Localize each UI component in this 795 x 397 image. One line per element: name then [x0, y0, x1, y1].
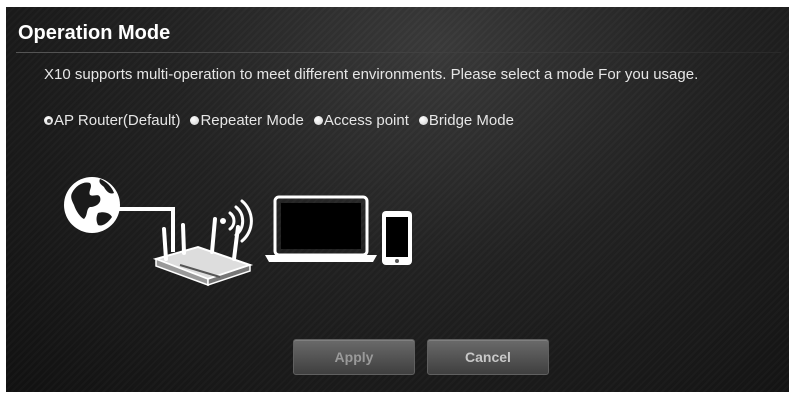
- mode-option-repeater[interactable]: Repeater Mode: [190, 112, 304, 129]
- page-description: X10 supports multi-operation to meet dif…: [44, 66, 699, 83]
- page-title: Operation Mode: [18, 22, 171, 44]
- laptop-icon: [265, 195, 377, 262]
- radio-button-repeater[interactable]: [190, 116, 200, 125]
- smartphone-icon: [382, 211, 412, 265]
- operation-mode-panel: Operation Mode X10 supports multi-operat…: [6, 7, 789, 392]
- radio-button-bridge[interactable]: [418, 116, 428, 125]
- mode-label-access-point: Access point: [323, 112, 409, 129]
- mode-option-ap-router[interactable]: AP Router(Default): [44, 112, 180, 129]
- mode-option-bridge[interactable]: Bridge Mode: [418, 112, 514, 129]
- mode-radio-group: AP Router(Default) Repeater Mode Access …: [44, 112, 524, 129]
- mode-option-access-point[interactable]: Access point: [313, 112, 409, 129]
- router-icon: [152, 217, 254, 287]
- cancel-button[interactable]: Cancel: [427, 339, 549, 375]
- radio-button-ap-router[interactable]: [44, 116, 53, 125]
- mode-label-bridge: Bridge Mode: [428, 112, 514, 129]
- wifi-signal-icon: [220, 199, 253, 243]
- mode-label-ap-router: AP Router(Default): [54, 112, 181, 129]
- apply-button[interactable]: Apply: [293, 339, 415, 375]
- radio-button-access-point[interactable]: [313, 116, 323, 125]
- globe-icon: [64, 177, 120, 233]
- title-divider: [16, 52, 781, 53]
- mode-label-repeater: Repeater Mode: [200, 112, 304, 129]
- mode-illustration: [64, 177, 412, 287]
